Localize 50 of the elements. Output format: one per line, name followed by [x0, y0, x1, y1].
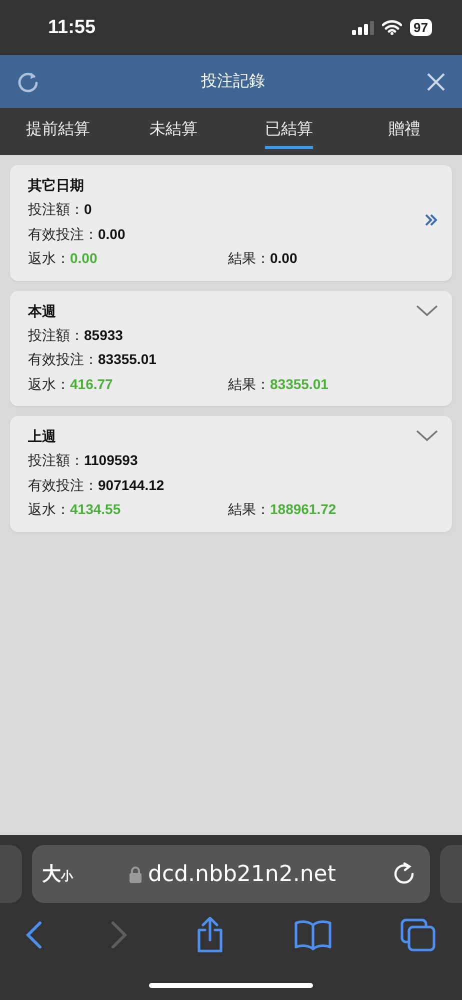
- card-title: 本週: [28, 302, 56, 320]
- field-label: 結果：: [228, 250, 270, 266]
- tabs-icon[interactable]: [400, 918, 436, 952]
- field-value: 416.77: [70, 376, 113, 392]
- field-value: 83355.01: [98, 351, 156, 367]
- share-icon[interactable]: [195, 917, 225, 953]
- field-value: 188961.72: [270, 501, 336, 517]
- clock-time: 11:55: [48, 16, 97, 38]
- reload-icon[interactable]: [392, 862, 416, 886]
- wifi-icon: [382, 20, 402, 35]
- lock-icon: [129, 866, 142, 882]
- tab[interactable]: 提前結算: [0, 108, 116, 155]
- field-label: 有效投注：: [28, 351, 98, 367]
- url-text: dcd.nbb21n2.net: [148, 862, 336, 886]
- tab[interactable]: 贈禮: [346, 108, 462, 155]
- address-bar[interactable]: 大小 dcd.nbb21n2.net: [32, 845, 430, 903]
- field-value: 0: [84, 201, 92, 217]
- field-value: 0.00: [270, 250, 298, 266]
- tab[interactable]: 已結算: [231, 108, 346, 155]
- close-icon[interactable]: [426, 72, 446, 92]
- field-label: 有效投注：: [28, 476, 98, 492]
- double-chevron-icon[interactable]: [424, 213, 438, 227]
- card-title: 上週: [28, 427, 56, 446]
- field-label: 結果：: [228, 376, 270, 392]
- battery-level: 97: [410, 19, 432, 36]
- field-value: 1109593: [84, 452, 138, 468]
- refresh-icon[interactable]: [16, 70, 40, 94]
- field-value: 85933: [84, 326, 123, 342]
- field-value: 0.00: [70, 250, 98, 266]
- card-title: 其它日期: [28, 176, 84, 195]
- field-label: 返水：: [28, 250, 70, 266]
- field-value: 907144.12: [98, 476, 164, 492]
- book-icon[interactable]: [294, 919, 332, 951]
- signal-icon: [352, 20, 374, 34]
- field-label: 返水：: [28, 376, 70, 392]
- back-icon[interactable]: [26, 921, 42, 949]
- field-value: 83355.01: [270, 376, 328, 392]
- field-label: 有效投注：: [28, 226, 98, 242]
- field-label: 結果：: [228, 501, 270, 517]
- field-label: 投注額：: [28, 326, 84, 342]
- chevron-down-icon[interactable]: [416, 304, 438, 316]
- tab[interactable]: 未結算: [116, 108, 231, 155]
- field-label: 投注額：: [28, 201, 84, 217]
- field-value: 4134.55: [70, 501, 121, 517]
- field-label: 返水：: [28, 501, 70, 517]
- field-label: 投注額：: [28, 452, 84, 468]
- text-size-button[interactable]: 大小: [42, 861, 73, 887]
- page-title: 投注記錄: [200, 72, 266, 92]
- field-value: 0.00: [98, 226, 126, 242]
- chevron-down-icon[interactable]: [416, 430, 438, 442]
